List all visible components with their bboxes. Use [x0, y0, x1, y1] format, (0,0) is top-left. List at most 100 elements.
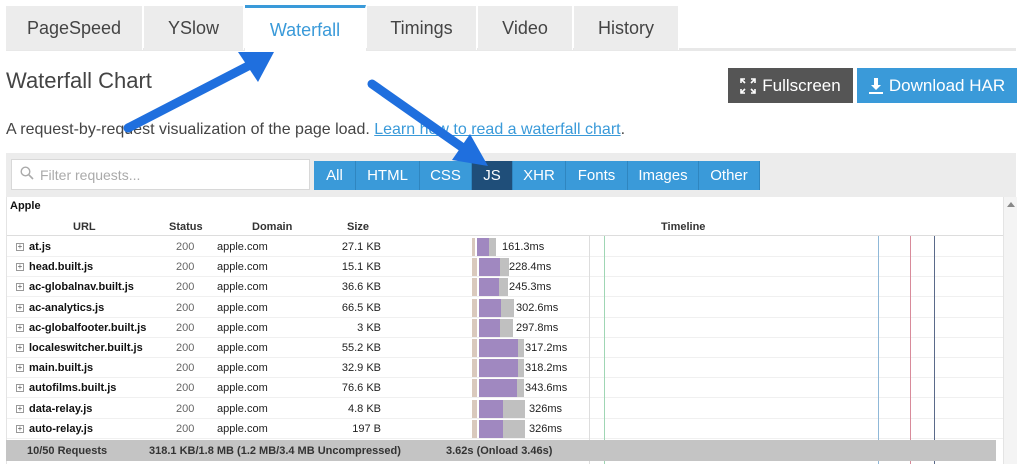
expand-row-icon[interactable]: +	[16, 344, 24, 352]
filter-all-button[interactable]: All	[314, 161, 356, 190]
download-har-button[interactable]: Download HAR	[857, 68, 1017, 103]
table-row[interactable]: + ac-globalnav.built.js 200 apple.com 36.6 K…	[7, 277, 1003, 298]
timeline-dom-loaded-marker	[878, 236, 879, 464]
fullscreen-button[interactable]: Fullscreen	[728, 68, 853, 103]
column-header-status[interactable]: Status	[169, 221, 203, 233]
row-url: head.built.js	[29, 261, 94, 274]
bar-receive-segment	[479, 258, 500, 277]
row-domain: apple.com	[217, 281, 268, 294]
expand-row-icon[interactable]: +	[16, 303, 24, 312]
row-url: ac-globalfooter.built.js	[29, 321, 147, 334]
row-duration: 161.3ms	[502, 241, 545, 253]
bar-other-segment	[501, 298, 514, 317]
tab-history[interactable]: History	[574, 6, 679, 50]
row-url: ac-analytics.js	[29, 301, 105, 314]
row-status: 200	[176, 281, 195, 294]
bar-wait-segment	[472, 399, 477, 418]
row-url: main.built.js	[29, 362, 94, 375]
column-header-domain[interactable]: Domain	[252, 221, 292, 233]
expand-row-icon[interactable]: +	[16, 404, 24, 413]
tab-waterfall[interactable]: Waterfall	[245, 5, 366, 53]
bar-receive-segment	[479, 298, 501, 317]
bar-other-segment	[500, 318, 513, 337]
table-row[interactable]: + head.built.js 200 apple.com 15.1 KB 228.4ms	[7, 257, 1003, 278]
bar-other-segment	[500, 258, 509, 277]
row-status: 200	[176, 301, 195, 314]
bar-wait-segment	[472, 278, 477, 297]
column-header-timeline: Timeline	[661, 221, 706, 233]
tab-yslow[interactable]: YSlow	[144, 6, 244, 50]
row-size: 76.6 KB	[341, 382, 381, 395]
table-row[interactable]: + ac-globalfooter.built.js 200 apple.com 3 K…	[7, 318, 1003, 338]
row-duration: 326ms	[529, 422, 563, 435]
waterfall-help-link[interactable]: Learn how to read a waterfall chart	[374, 121, 620, 138]
page-description: A request-by-request visualization of th…	[6, 121, 625, 139]
row-size: 36.6 KB	[341, 281, 381, 294]
table-row[interactable]: + localeswitcher.built.js 200 apple.com 55.2…	[7, 338, 1003, 358]
fullscreen-icon	[740, 77, 757, 94]
row-size: 27.1 KB	[341, 241, 381, 253]
scroll-up-icon[interactable]	[1007, 202, 1015, 207]
bar-receive-segment	[479, 379, 517, 398]
table-row[interactable]: + autofilms.built.js 200 apple.com 76.6 KB 34…	[7, 378, 1003, 399]
waterfall-table: Apple URL Status Domain Size Timeline + a…	[6, 197, 1017, 464]
filter-search-input[interactable]: Filter requests...	[11, 159, 310, 190]
table-scrollbar[interactable]	[1003, 197, 1017, 464]
row-url: auto-relay.js	[29, 422, 93, 435]
tab-video[interactable]: Video	[478, 6, 573, 50]
bar-other-segment	[518, 359, 524, 378]
row-duration: 317.2ms	[525, 342, 568, 354]
row-duration: 302.6ms	[516, 301, 559, 314]
search-placeholder: Filter requests...	[40, 166, 141, 183]
description-text: A request-by-request visualization of th…	[6, 121, 370, 138]
bar-receive-segment	[477, 238, 489, 256]
row-domain: apple.com	[217, 382, 268, 395]
row-url: localeswitcher.built.js	[29, 342, 143, 354]
expand-row-icon[interactable]: +	[16, 263, 24, 272]
row-size: 32.9 KB	[341, 362, 381, 375]
row-status: 200	[176, 402, 195, 415]
column-header-url[interactable]: URL	[73, 221, 96, 233]
expand-row-icon[interactable]: +	[16, 384, 24, 393]
filter-images-button[interactable]: Images	[628, 161, 699, 190]
row-url: at.js	[29, 241, 52, 253]
bar-receive-segment	[479, 339, 518, 357]
row-status: 200	[176, 261, 195, 274]
expand-row-icon[interactable]: +	[16, 424, 24, 433]
table-row[interactable]: + at.js 200 apple.com 27.1 KB 161.3ms	[7, 237, 1003, 257]
expand-row-icon[interactable]: +	[16, 283, 24, 292]
tab-pagespeed[interactable]: PageSpeed	[6, 6, 143, 50]
row-size: 55.2 KB	[341, 342, 381, 354]
expand-row-icon[interactable]: +	[16, 243, 24, 251]
row-domain: apple.com	[217, 241, 268, 253]
tab-timings[interactable]: Timings	[367, 6, 477, 50]
table-row[interactable]: + data-relay.js 200 apple.com 4.8 KB 326ms	[7, 399, 1003, 419]
bar-other-segment	[517, 379, 524, 398]
table-row[interactable]: + ac-analytics.js 200 apple.com 66.5 KB 302.6…	[7, 298, 1003, 318]
expand-row-icon[interactable]: +	[16, 364, 24, 373]
bar-receive-segment	[479, 359, 518, 378]
row-status: 200	[176, 422, 195, 435]
filter-js-button[interactable]: JS	[472, 161, 513, 190]
bar-wait-segment	[472, 238, 475, 256]
filter-css-button[interactable]: CSS	[420, 161, 472, 190]
table-row[interactable]: + main.built.js 200 apple.com 32.9 KB 318.2ms	[7, 358, 1003, 379]
column-header-size[interactable]: Size	[347, 221, 369, 233]
description-suffix: .	[620, 121, 626, 138]
bar-wait-segment	[472, 318, 477, 337]
row-duration: 343.6ms	[525, 382, 568, 395]
filter-other-button[interactable]: Other	[699, 161, 760, 190]
filter-fonts-button[interactable]: Fonts	[566, 161, 628, 190]
filter-html-button[interactable]: HTML	[356, 161, 420, 190]
download-har-label: Download HAR	[888, 75, 1006, 95]
bar-receive-segment	[479, 278, 499, 297]
summary-footer: 10/50 Requests 318.1 KB/1.8 MB (1.2 MB/3…	[6, 440, 996, 461]
expand-row-icon[interactable]: +	[16, 323, 24, 332]
row-duration: 318.2ms	[525, 362, 568, 375]
row-size: 15.1 KB	[341, 261, 381, 274]
row-duration: 228.4ms	[509, 261, 552, 274]
footer-requests: 10/50 Requests	[27, 445, 108, 457]
filter-xhr-button[interactable]: XHR	[513, 161, 566, 190]
table-row[interactable]: + auto-relay.js 200 apple.com 197 B 326ms	[7, 419, 1003, 439]
row-domain: apple.com	[217, 321, 268, 334]
